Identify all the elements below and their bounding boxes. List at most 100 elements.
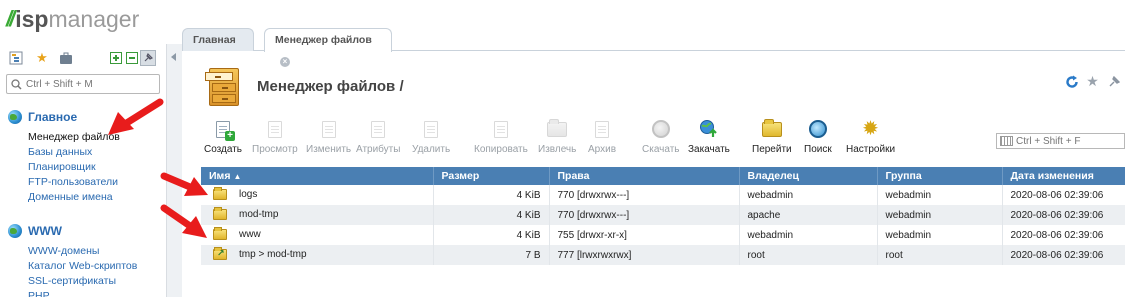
column-header-permissions[interactable]: Права bbox=[549, 167, 740, 185]
sidebar-group-label: WWW bbox=[28, 224, 62, 238]
column-header-label: Права bbox=[557, 170, 590, 182]
sidebar-group-main: Главное Менеджер файлов Базы данных План… bbox=[8, 108, 120, 205]
sidebar-group-label: Главное bbox=[28, 110, 78, 124]
column-header-label: Владелец bbox=[747, 170, 799, 182]
expand-all-icon[interactable] bbox=[108, 50, 124, 66]
tab-file-manager[interactable]: Менеджер файлов× bbox=[264, 28, 392, 68]
sidebar-item-file-manager[interactable]: Менеджер файлов bbox=[8, 130, 120, 145]
tab-label: Менеджер файлов bbox=[275, 34, 372, 46]
file-owner: root bbox=[739, 245, 878, 265]
view-button[interactable]: Просмотр bbox=[252, 118, 298, 155]
table-filter[interactable] bbox=[996, 133, 1125, 149]
column-header-label: Размер bbox=[441, 170, 480, 182]
tab-bar: Главная Менеджер файлов× bbox=[182, 26, 1125, 68]
logo-text-manager: manager bbox=[48, 5, 140, 32]
sidebar-item-scheduler[interactable]: Планировщик bbox=[8, 160, 120, 175]
file-permissions: 770 [drwxrwx---] bbox=[549, 185, 740, 205]
sidebar-group-title[interactable]: Главное bbox=[8, 108, 120, 126]
sidebar-collapse-handle[interactable] bbox=[166, 44, 182, 297]
folder-icon bbox=[213, 187, 227, 201]
file-size: 4 KiB bbox=[433, 225, 550, 245]
page-header: Менеджер файлов / bbox=[205, 65, 404, 107]
file-size: 7 B bbox=[433, 245, 550, 265]
file-owner: webadmin bbox=[739, 185, 878, 205]
column-header-modified[interactable]: Дата изменения bbox=[1002, 167, 1125, 185]
upload-button[interactable]: Закачать bbox=[688, 118, 730, 155]
file-name: mod-tmp bbox=[239, 209, 279, 221]
copy-button[interactable]: Копировать bbox=[474, 118, 528, 155]
pin-icon[interactable] bbox=[1106, 74, 1121, 89]
archive-icon bbox=[591, 118, 613, 140]
file-owner: apache bbox=[739, 205, 878, 225]
attributes-button[interactable]: Атрибуты bbox=[356, 118, 400, 155]
star-icon[interactable]: ★ bbox=[34, 50, 50, 66]
file-modified: 2020-08-06 02:39:06 bbox=[1002, 205, 1125, 225]
archive-button[interactable]: Архив bbox=[588, 118, 616, 155]
refresh-icon[interactable] bbox=[1064, 74, 1079, 89]
collapse-all-icon[interactable] bbox=[124, 50, 140, 66]
sidebar-item-ssl-certificates[interactable]: SSL-сертификаты bbox=[8, 274, 137, 289]
column-header-label: Группа bbox=[885, 170, 922, 182]
search-button[interactable]: Поиск bbox=[804, 118, 832, 155]
sidebar-group-www: WWW WWW-домены Каталог Web-скриптов SSL-… bbox=[8, 222, 137, 297]
create-button[interactable]: + Создать bbox=[204, 118, 242, 155]
file-size: 4 KiB bbox=[433, 185, 550, 205]
file-permissions: 770 [drwxrwx---] bbox=[549, 205, 740, 225]
view-label: Просмотр bbox=[252, 144, 298, 155]
attributes-label: Атрибуты bbox=[356, 144, 401, 155]
file-modified: 2020-08-06 02:39:06 bbox=[1002, 245, 1125, 265]
file-name: logs bbox=[239, 189, 258, 201]
search-icon bbox=[807, 118, 829, 140]
column-header-name[interactable]: Имя ▲ bbox=[201, 167, 434, 185]
upload-icon bbox=[698, 118, 720, 140]
extract-label: Извлечь bbox=[538, 144, 577, 155]
edit-button[interactable]: Изменить bbox=[306, 118, 351, 155]
column-header-owner[interactable]: Владелец bbox=[739, 167, 878, 185]
briefcase-icon[interactable] bbox=[58, 50, 74, 66]
keyboard-icon bbox=[1000, 136, 1013, 146]
file-table: Имя ▲ Размер Права Владелец Группа Дата и… bbox=[201, 167, 1125, 265]
sidebar-item-databases[interactable]: Базы данных bbox=[8, 145, 120, 160]
sidebar-item-php[interactable]: PHP bbox=[8, 289, 137, 297]
file-modified: 2020-08-06 02:39:06 bbox=[1002, 225, 1125, 245]
gear-icon: ✹ bbox=[862, 118, 879, 140]
view-icon bbox=[264, 118, 286, 140]
tab-home[interactable]: Главная bbox=[182, 28, 254, 51]
table-row[interactable]: www 4 KiB 755 [drwxr-xr-x] webadmin weba… bbox=[201, 225, 1125, 245]
file-permissions: 777 [lrwxrwxrwx] bbox=[549, 245, 740, 265]
table-row[interactable]: tmp > mod-tmp 7 B 777 [lrwxrwxrwx] root … bbox=[201, 245, 1125, 265]
file-modified: 2020-08-06 02:39:06 bbox=[1002, 185, 1125, 205]
sidebar-item-ftp-users[interactable]: FTP-пользователи bbox=[8, 175, 120, 190]
globe-icon bbox=[8, 110, 22, 124]
download-button[interactable]: Скачать bbox=[642, 118, 680, 155]
search-label: Поиск bbox=[804, 144, 832, 155]
copy-icon bbox=[490, 118, 512, 140]
sidebar-search[interactable] bbox=[6, 74, 160, 94]
sidebar-group-title[interactable]: WWW bbox=[8, 222, 137, 240]
goto-label: Перейти bbox=[752, 144, 792, 155]
sidebar-item-www-domains[interactable]: WWW-домены bbox=[8, 244, 137, 259]
column-header-group[interactable]: Группа bbox=[877, 167, 1003, 185]
download-label: Скачать bbox=[642, 144, 680, 155]
column-header-size[interactable]: Размер bbox=[433, 167, 550, 185]
page-title: Менеджер файлов / bbox=[257, 77, 404, 95]
sidebar-item-domain-names[interactable]: Доменные имена bbox=[8, 190, 120, 205]
settings-button[interactable]: ✹ Настройки bbox=[846, 118, 895, 155]
table-row[interactable]: logs 4 KiB 770 [drwxrwx---] webadmin web… bbox=[201, 185, 1125, 205]
goto-button[interactable]: Перейти bbox=[752, 118, 792, 155]
delete-button[interactable]: Удалить bbox=[412, 118, 450, 155]
folder-icon bbox=[213, 227, 227, 241]
table-row[interactable]: mod-tmp 4 KiB 770 [drwxrwx---] apache we… bbox=[201, 205, 1125, 225]
table-filter-input[interactable] bbox=[1016, 135, 1121, 147]
tree-view-icon[interactable] bbox=[8, 50, 24, 66]
sidebar-item-web-scripts[interactable]: Каталог Web-скриптов bbox=[8, 259, 137, 274]
logo-text-isp: isp bbox=[15, 5, 49, 32]
table-header-row: Имя ▲ Размер Права Владелец Группа Дата и… bbox=[201, 167, 1125, 185]
extract-button[interactable]: Извлечь bbox=[538, 118, 576, 155]
pin-icon[interactable] bbox=[140, 50, 156, 66]
sidebar-search-input[interactable] bbox=[26, 78, 156, 90]
tab-label: Главная bbox=[193, 34, 236, 46]
column-header-label: Имя bbox=[209, 170, 231, 182]
file-cabinet-icon bbox=[205, 66, 241, 106]
star-icon[interactable]: ★ bbox=[1085, 73, 1100, 89]
